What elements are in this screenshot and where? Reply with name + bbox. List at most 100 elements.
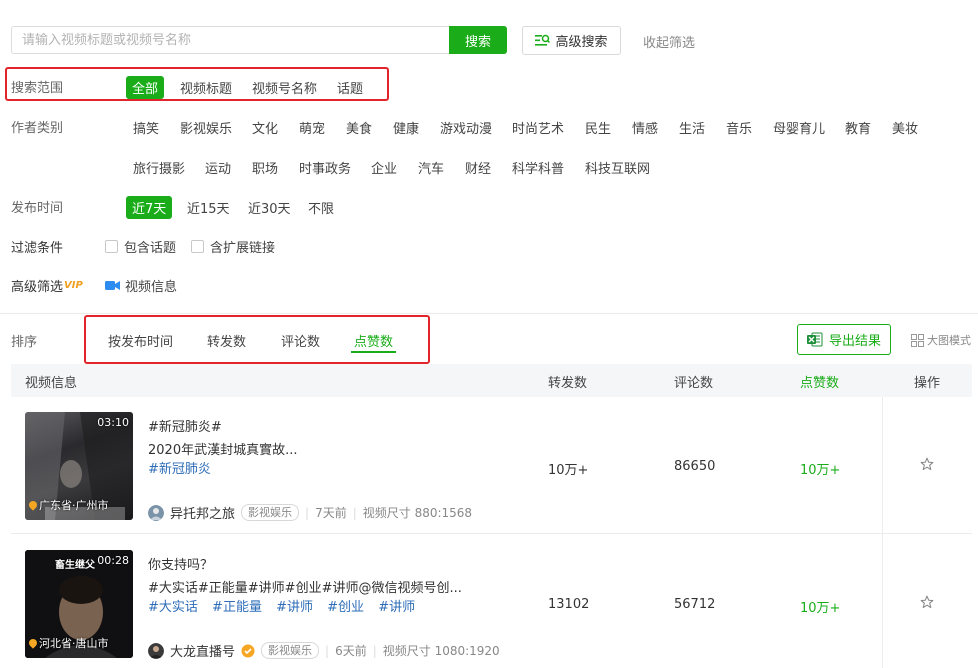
favorite-star-icon[interactable] [920, 457, 934, 471]
time-option-30d[interactable]: 近30天 [248, 198, 291, 217]
export-results-button[interactable]: 导出结果 [797, 324, 891, 355]
author-meta: 大龙直播号 影视娱乐 | 6天前 | 视频尺寸 1080:1920 [148, 641, 500, 660]
category-option[interactable]: 职场 [252, 158, 278, 177]
scope-option-all[interactable]: 全部 [126, 76, 165, 99]
sort-tab-shares[interactable]: 转发数 [207, 331, 246, 350]
hashtag-link[interactable]: #大实话 [148, 600, 198, 615]
video-duration: 03:10 [97, 416, 129, 429]
time-option-15d[interactable]: 近15天 [187, 198, 230, 217]
avatar[interactable] [148, 642, 164, 659]
collapse-filter-link[interactable]: 收起筛选 [643, 32, 695, 51]
shares-count: 13102 [548, 597, 590, 612]
publish-time: 6天前 [335, 644, 367, 658]
meta-separator: | [305, 505, 310, 520]
hashtag-link[interactable]: #正能量 [212, 600, 262, 615]
checkbox-box[interactable] [105, 240, 118, 253]
meta-separator: | [352, 505, 357, 520]
search-input[interactable] [11, 26, 450, 54]
advanced-search-button[interactable]: 高级搜索 [522, 26, 621, 55]
video-info-label: 视频信息 [125, 280, 178, 295]
category-badge: 影视娱乐 [241, 504, 300, 521]
scope-option-title[interactable]: 视频标题 [180, 78, 232, 97]
excel-icon [806, 332, 823, 347]
scope-option-channel-name[interactable]: 视频号名称 [252, 78, 317, 97]
category-option[interactable]: 企业 [371, 158, 397, 177]
col-header-video-info[interactable]: 视频信息 [25, 372, 77, 391]
category-option[interactable]: 运动 [205, 158, 231, 177]
time-option-7d[interactable]: 近7天 [126, 196, 173, 219]
video-info-filter[interactable]: 视频信息 [105, 276, 177, 295]
category-option[interactable]: 科学科普 [512, 158, 564, 177]
video-duration: 00:28 [97, 554, 129, 567]
category-option[interactable]: 游戏动漫 [440, 118, 492, 137]
hashtag-link[interactable]: #新冠肺炎 [148, 462, 211, 477]
category-option[interactable]: 影视娱乐 [180, 118, 232, 137]
big-image-mode-toggle[interactable]: 大图模式 [911, 332, 971, 348]
avatar[interactable] [148, 504, 164, 521]
video-size: 视频尺寸 1080:1920 [382, 644, 500, 658]
video-location: 广东省·广州市 [27, 497, 109, 513]
meta-separator: | [372, 643, 377, 658]
checkbox-label: 包含话题 [124, 241, 177, 256]
verified-icon [241, 644, 255, 657]
scope-option-topic[interactable]: 话题 [337, 78, 363, 97]
category-option[interactable]: 情感 [632, 118, 658, 137]
category-option[interactable]: 时尚艺术 [512, 118, 564, 137]
video-size: 视频尺寸 880:1568 [362, 506, 473, 520]
author-name[interactable]: 大龙直播号 [170, 641, 235, 660]
category-option[interactable]: 音乐 [726, 118, 752, 137]
location-pin-icon [27, 499, 39, 511]
time-option-all[interactable]: 不限 [308, 198, 334, 217]
likes-count: 10万+ [800, 601, 841, 616]
include-topic-checkbox[interactable]: 包含话题 [105, 237, 176, 256]
location-text: 河北省·唐山市 [39, 637, 109, 650]
video-title-line1[interactable]: #新冠肺炎# [148, 416, 222, 435]
video-thumbnail[interactable]: 03:10 广东省·广州市 [25, 412, 133, 520]
category-option[interactable]: 美妆 [892, 118, 918, 137]
section-divider [0, 313, 978, 314]
category-option[interactable]: 汽车 [418, 158, 444, 177]
hashtag-link[interactable]: #创业 [327, 600, 364, 615]
category-option[interactable]: 旅行摄影 [133, 158, 185, 177]
hashtag-link[interactable]: #讲师 [378, 600, 415, 615]
video-title-line1[interactable]: 你支持吗？ [148, 554, 213, 573]
video-thumbnail[interactable]: 畜生继父 00:28 河北省·唐山市 [25, 550, 133, 658]
thumbnail-overlay-text: 畜生继父 [55, 560, 95, 571]
sort-tab-comments[interactable]: 评论数 [281, 331, 320, 350]
meta-separator: | [325, 643, 330, 658]
category-option[interactable]: 生活 [679, 118, 705, 137]
category-option[interactable]: 美食 [346, 118, 372, 137]
video-title-line2[interactable]: 2020年武漢封城真實故... [148, 439, 297, 458]
search-button[interactable]: 搜索 [449, 26, 507, 54]
category-option[interactable]: 萌宠 [299, 118, 325, 137]
category-option[interactable]: 文化 [252, 118, 278, 137]
hashtag-list: #新冠肺炎 [148, 458, 221, 477]
author-name[interactable]: 异托邦之旅 [170, 503, 235, 522]
col-header-likes[interactable]: 点赞数 [800, 372, 839, 391]
active-tab-underline [351, 351, 396, 353]
category-option[interactable]: 母婴育儿 [773, 118, 825, 137]
category-option[interactable]: 时事政务 [299, 158, 351, 177]
category-option[interactable]: 财经 [465, 158, 491, 177]
extension-link-checkbox[interactable]: 含扩展链接 [191, 237, 275, 256]
export-label: 导出结果 [828, 334, 881, 349]
category-option[interactable]: 民生 [585, 118, 611, 137]
category-option[interactable]: 科技互联网 [585, 158, 650, 177]
grid-icon [911, 333, 924, 347]
category-option[interactable]: 搞笑 [133, 118, 159, 137]
sort-tab-publish-time[interactable]: 按发布时间 [108, 331, 173, 350]
hashtag-link[interactable]: #讲师 [276, 600, 313, 615]
likes-count: 10万+ [800, 463, 841, 478]
favorite-star-icon[interactable] [920, 595, 934, 609]
checkbox-box[interactable] [191, 240, 204, 253]
advanced-search-label: 高级搜索 [555, 35, 608, 50]
advanced-search-icon [535, 34, 551, 46]
category-option[interactable]: 教育 [845, 118, 871, 137]
video-title-line2[interactable]: #大实话#正能量#讲师#创业#讲师@微信视频号创... [148, 577, 462, 596]
location-pin-icon [27, 637, 39, 649]
col-header-shares[interactable]: 转发数 [548, 372, 587, 391]
sort-tab-likes[interactable]: 点赞数 [354, 331, 393, 350]
category-option[interactable]: 健康 [393, 118, 419, 137]
col-header-comments[interactable]: 评论数 [674, 372, 713, 391]
author-meta: 异托邦之旅 影视娱乐 | 7天前 | 视频尺寸 880:1568 [148, 503, 472, 522]
